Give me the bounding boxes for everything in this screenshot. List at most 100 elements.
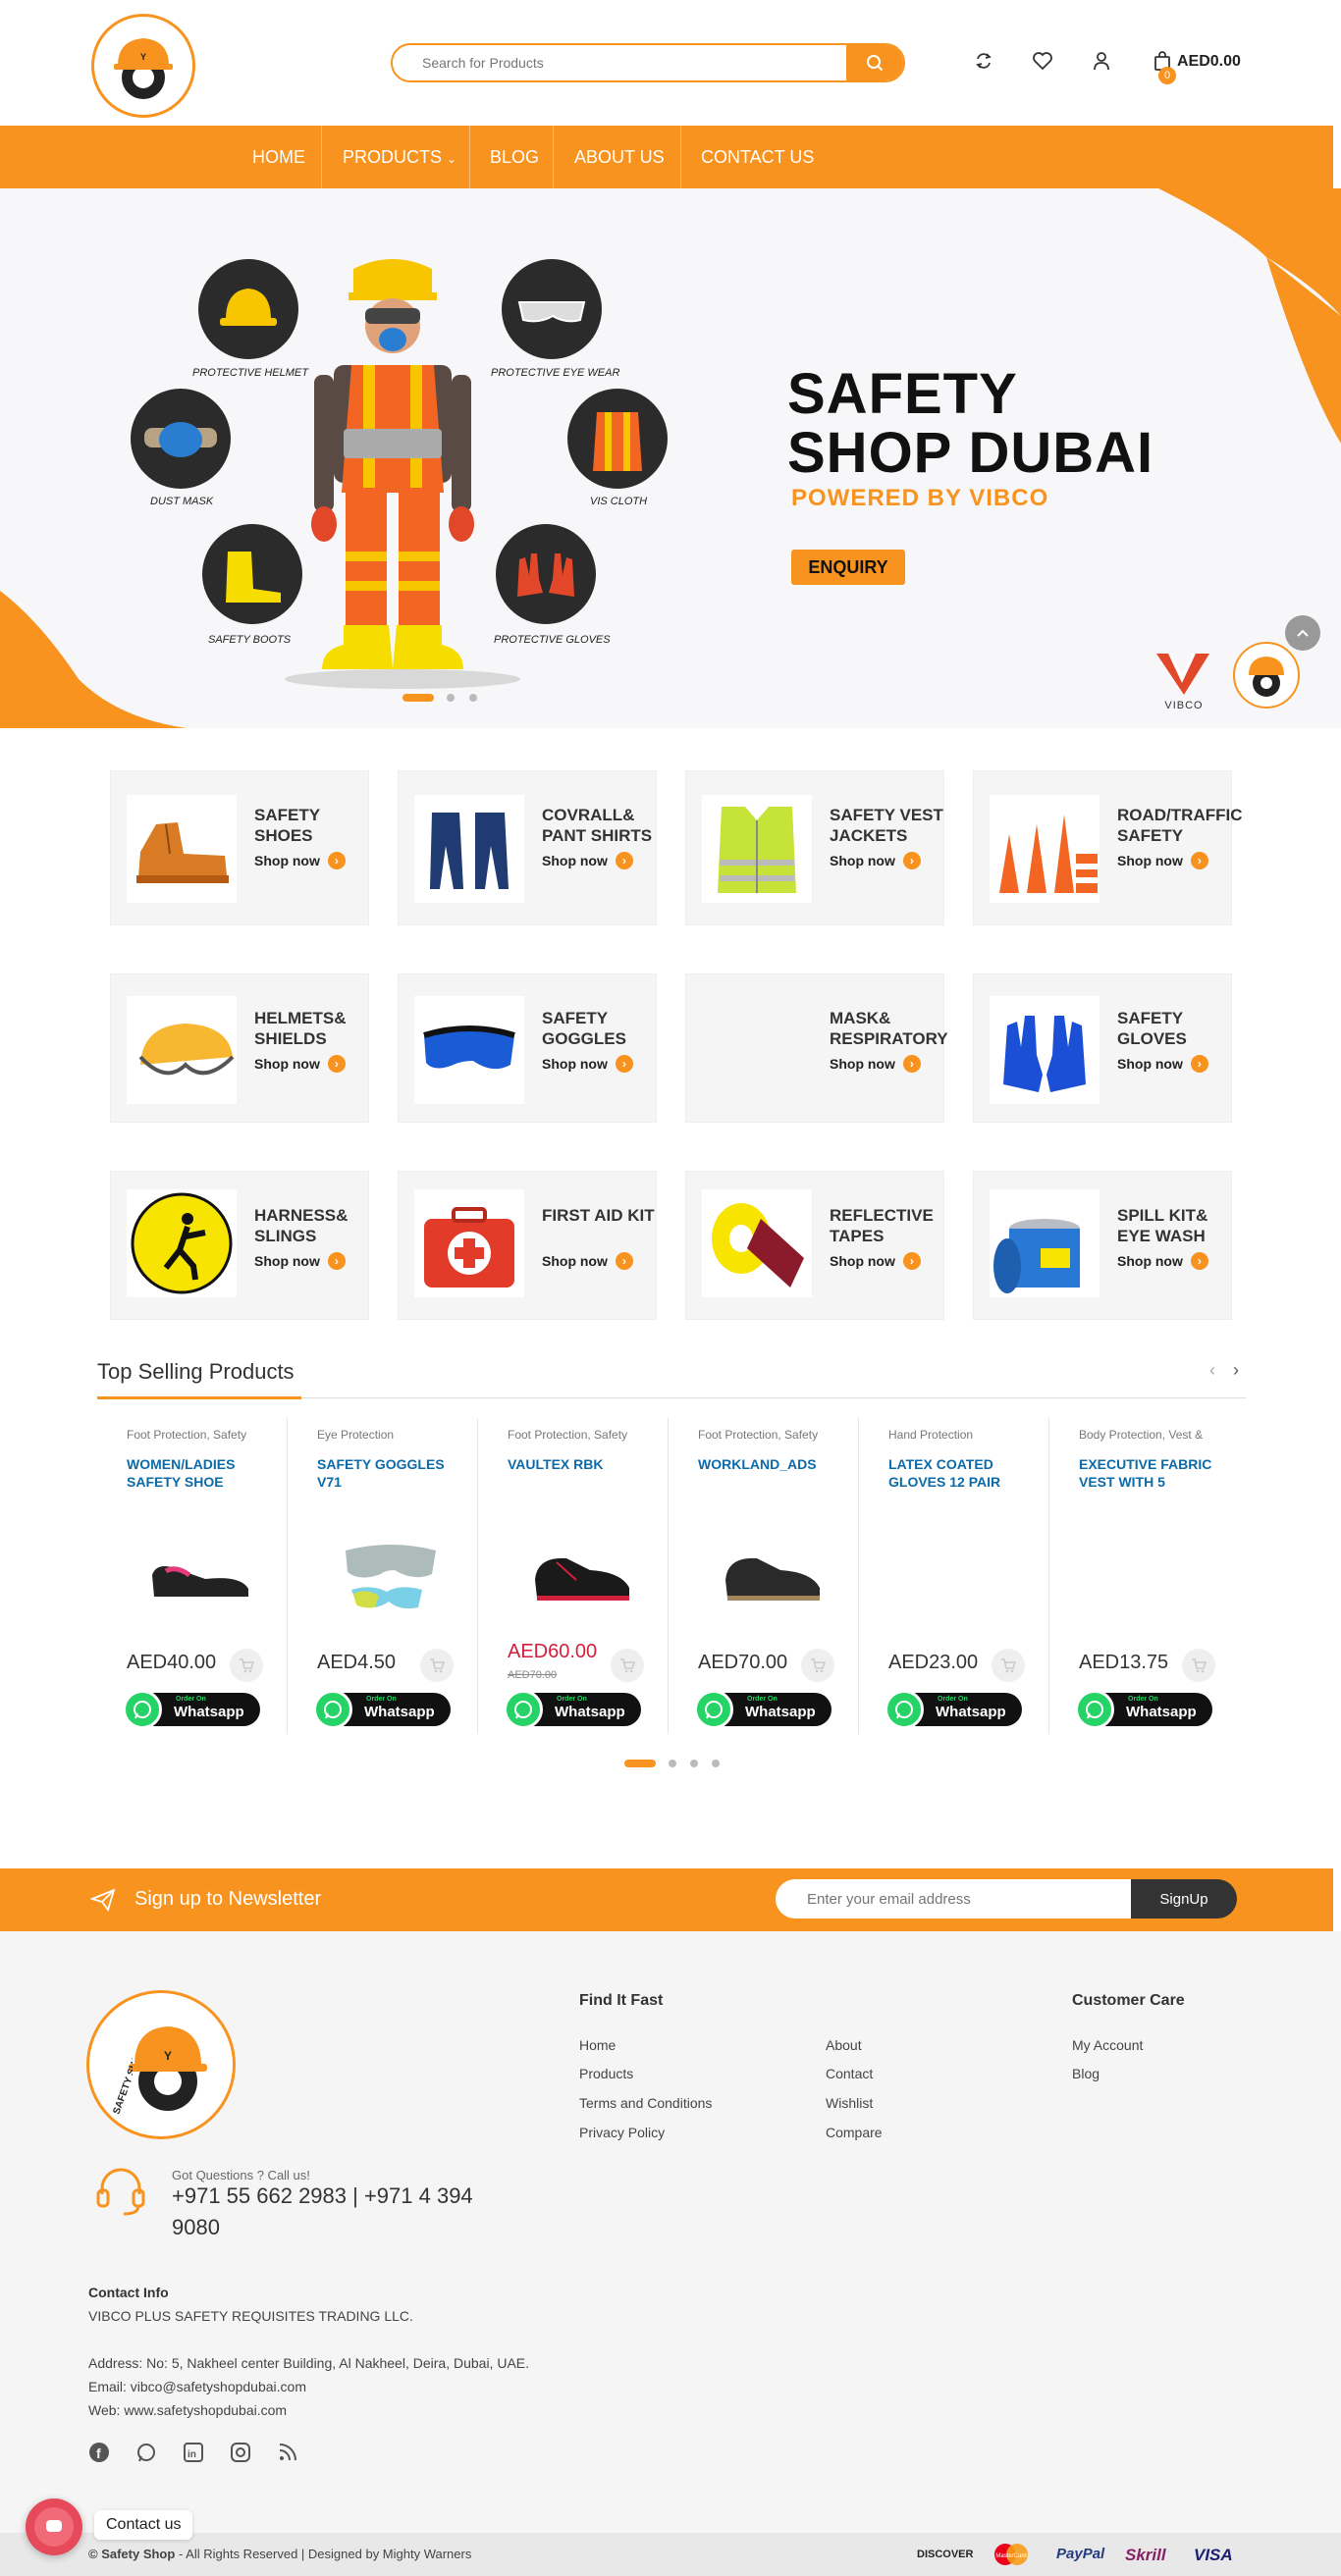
footer-link-account[interactable]: My Account: [1072, 2037, 1143, 2053]
add-to-cart-button[interactable]: [801, 1649, 834, 1682]
footer-web[interactable]: Web: www.safetyshopdubai.com: [88, 2402, 287, 2418]
footer-link-privacy[interactable]: Privacy Policy: [579, 2125, 665, 2140]
product-name[interactable]: EXECUTIVE FABRIC VEST WITH 5: [1079, 1455, 1226, 1491]
product-image[interactable]: [888, 1511, 1036, 1639]
category-card[interactable]: SAFETY GLOVES Shop now ›: [973, 973, 1232, 1123]
nav-products[interactable]: PRODUCTS ⌄: [343, 126, 456, 188]
product-card[interactable]: Foot Protection, Safety WORKLAND_ADS AED70…: [669, 1418, 859, 1734]
shop-now-link[interactable]: Shop now ›: [542, 1055, 633, 1073]
category-image[interactable]: [414, 795, 524, 903]
product-category[interactable]: Body Protection, Vest &: [1079, 1428, 1226, 1442]
category-card[interactable]: SAFETY VEST JACKETS Shop now ›: [685, 770, 944, 925]
footer-logo[interactable]: Y SAFETY SHOP DUBAI: [86, 1990, 236, 2139]
newsletter-signup-button[interactable]: SignUp: [1131, 1879, 1237, 1919]
carousel-dot-3[interactable]: [690, 1760, 698, 1767]
site-logo[interactable]: Y: [91, 14, 195, 118]
carousel-next-icon[interactable]: ›: [1233, 1360, 1239, 1381]
category-image[interactable]: [702, 795, 812, 903]
category-name[interactable]: HARNESS& SLINGS: [254, 1205, 372, 1246]
category-card[interactable]: HARNESS& SLINGS Shop now ›: [110, 1171, 369, 1320]
add-to-cart-button[interactable]: [992, 1649, 1025, 1682]
category-name[interactable]: ROAD/TRAFFIC SAFETY: [1117, 805, 1242, 846]
category-name[interactable]: FIRST AID KIT: [542, 1205, 660, 1226]
compare-icon[interactable]: [972, 49, 995, 73]
add-to-cart-button[interactable]: [611, 1649, 644, 1682]
category-name[interactable]: SAFETY GLOVES: [1117, 1008, 1235, 1049]
shop-now-link[interactable]: Shop now ›: [254, 1055, 346, 1073]
product-category[interactable]: Foot Protection, Safety: [127, 1428, 274, 1442]
footer-link-products[interactable]: Products: [579, 2066, 633, 2081]
whatsapp-order-button[interactable]: Order On Whatsapp: [313, 1690, 451, 1729]
search-button[interactable]: [846, 45, 903, 80]
whatsapp-order-button[interactable]: Order On Whatsapp: [504, 1690, 641, 1729]
footer-link-about[interactable]: About: [826, 2037, 862, 2053]
product-category[interactable]: Foot Protection, Safety: [508, 1428, 655, 1442]
product-name[interactable]: WOMEN/LADIES SAFETY SHOE: [127, 1455, 274, 1491]
product-image[interactable]: [1079, 1511, 1226, 1639]
scroll-top-button[interactable]: [1285, 615, 1320, 651]
category-name[interactable]: SAFETY GOGGLES: [542, 1008, 660, 1049]
add-to-cart-button[interactable]: [230, 1649, 263, 1682]
category-name[interactable]: SAFETY VEST JACKETS: [830, 805, 947, 846]
add-to-cart-button[interactable]: [420, 1649, 454, 1682]
product-card[interactable]: Eye Protection SAFETY GOGGLES V71 AED4.50 O…: [288, 1418, 478, 1734]
facebook-icon[interactable]: f: [88, 2442, 110, 2463]
category-image[interactable]: [990, 996, 1100, 1104]
shop-now-link[interactable]: Shop now ›: [542, 852, 633, 869]
nav-blog[interactable]: BLOG: [490, 126, 539, 188]
category-card[interactable]: FIRST AID KIT Shop now ›: [398, 1171, 657, 1320]
product-image[interactable]: [317, 1511, 464, 1639]
product-category[interactable]: Hand Protection: [888, 1428, 1036, 1442]
carousel-dot-1[interactable]: [624, 1760, 656, 1767]
category-card[interactable]: SPILL KIT& EYE WASH Shop now ›: [973, 1171, 1232, 1320]
shop-now-link[interactable]: Shop now ›: [542, 1252, 633, 1270]
nav-home[interactable]: HOME: [252, 126, 305, 188]
shop-now-link[interactable]: Shop now ›: [254, 852, 346, 869]
whatsapp-order-button[interactable]: Order On Whatsapp: [885, 1690, 1022, 1729]
carousel-dot-2[interactable]: [669, 1760, 676, 1767]
shop-now-link[interactable]: Shop now ›: [830, 1252, 921, 1270]
product-image[interactable]: [508, 1511, 655, 1639]
category-card[interactable]: SAFETY SHOES Shop now ›: [110, 770, 369, 925]
category-card[interactable]: MASK& RESPIRATORY Shop now ›: [685, 973, 948, 1123]
nav-contact[interactable]: CONTACT US: [701, 126, 814, 188]
product-name[interactable]: SAFETY GOGGLES V71: [317, 1455, 464, 1491]
product-name[interactable]: LATEX COATED GLOVES 12 PAIR: [888, 1455, 1036, 1491]
account-icon[interactable]: [1090, 49, 1113, 73]
category-name[interactable]: MASK& RESPIRATORY: [830, 1008, 948, 1049]
category-image[interactable]: [990, 795, 1100, 903]
shop-now-link[interactable]: Shop now ›: [830, 1055, 921, 1073]
category-card[interactable]: COVRALL& PANT SHIRTS Shop now ›: [398, 770, 657, 925]
add-to-cart-button[interactable]: [1182, 1649, 1215, 1682]
category-image[interactable]: [414, 1189, 524, 1297]
wishlist-icon[interactable]: [1031, 49, 1054, 73]
category-image[interactable]: [702, 996, 812, 1104]
category-card[interactable]: REFLECTIVE TAPES Shop now ›: [685, 1171, 944, 1320]
product-category[interactable]: Eye Protection: [317, 1428, 464, 1442]
shop-now-link[interactable]: Shop now ›: [1117, 852, 1208, 869]
footer-link-terms[interactable]: Terms and Conditions: [579, 2095, 712, 2111]
product-category[interactable]: Foot Protection, Safety: [698, 1428, 845, 1442]
footer-link-wishlist[interactable]: Wishlist: [826, 2095, 873, 2111]
category-image[interactable]: [127, 1189, 237, 1297]
footer-link-blog[interactable]: Blog: [1072, 2066, 1100, 2081]
whatsapp-order-button[interactable]: Order On Whatsapp: [694, 1690, 831, 1729]
category-image[interactable]: [127, 996, 237, 1104]
product-card[interactable]: Hand Protection LATEX COATED GLOVES 12 PA…: [859, 1418, 1049, 1734]
category-name[interactable]: HELMETS& SHIELDS: [254, 1008, 372, 1049]
category-card[interactable]: ROAD/TRAFFIC SAFETY Shop now ›: [973, 770, 1242, 925]
rss-icon[interactable]: [277, 2442, 298, 2463]
shop-now-link[interactable]: Shop now ›: [1117, 1055, 1208, 1073]
instagram-icon[interactable]: [230, 2442, 251, 2463]
product-card[interactable]: Body Protection, Vest & EXECUTIVE FABRIC …: [1049, 1418, 1240, 1734]
category-image[interactable]: [702, 1189, 812, 1297]
footer-link-home[interactable]: Home: [579, 2037, 616, 2053]
nav-about[interactable]: ABOUT US: [574, 126, 665, 188]
product-name[interactable]: VAULTEX RBK: [508, 1455, 655, 1473]
carousel-dot-4[interactable]: [712, 1760, 720, 1767]
enquiry-button[interactable]: ENQUIRY: [791, 550, 905, 585]
linkedin-icon[interactable]: in: [183, 2442, 204, 2463]
category-name[interactable]: REFLECTIVE TAPES: [830, 1205, 947, 1246]
category-card[interactable]: SAFETY GOGGLES Shop now ›: [398, 973, 657, 1123]
contact-us-label[interactable]: Contact us: [94, 2510, 193, 2540]
